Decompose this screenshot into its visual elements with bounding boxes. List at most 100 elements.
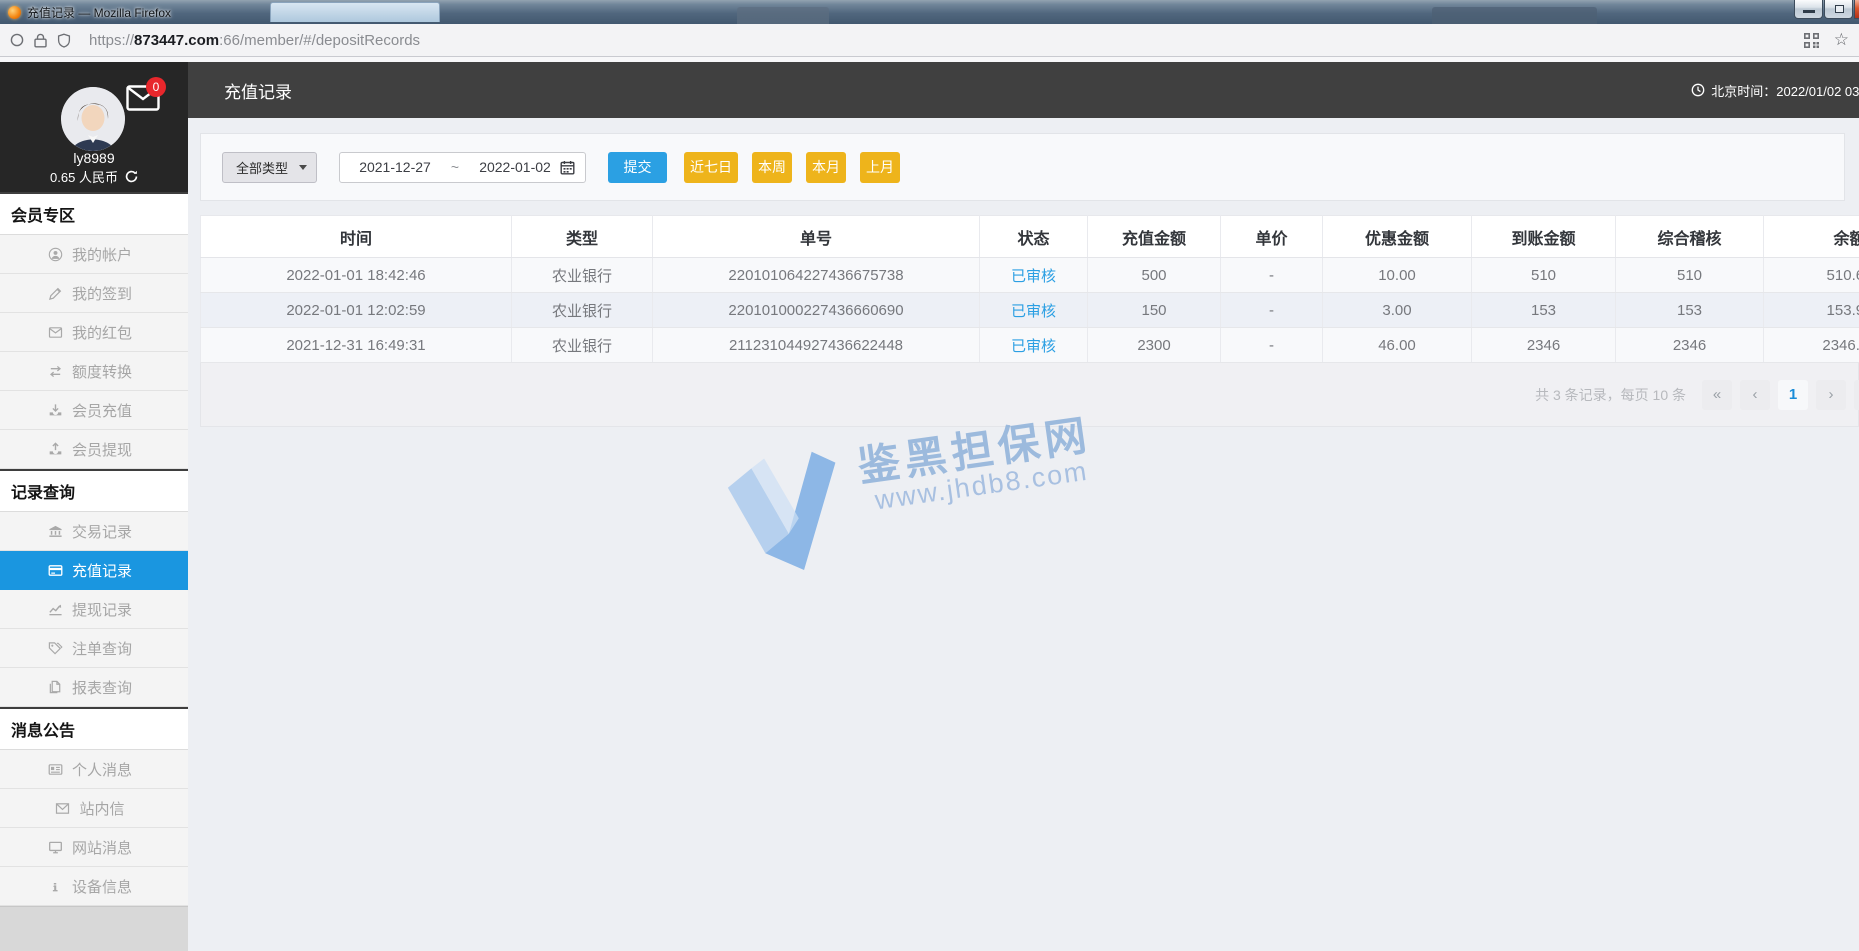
card-icon [48,563,63,578]
next-page-button[interactable]: › [1816,379,1846,410]
sidebar-item-member-deposit[interactable]: 会员充值 [0,391,188,430]
url-text[interactable]: https://873447.com:66/member/#/depositRe… [89,32,420,49]
sidebar-item-personal-messages[interactable]: 个人消息 [0,750,188,789]
page-1-button[interactable]: 1 [1778,379,1808,410]
sidebar-item-site-mail[interactable]: 站内信 [0,789,188,828]
monitor-icon [48,840,63,855]
sidebar-item-my-account[interactable]: 我的帐户 [0,235,188,274]
sidebar-item-my-redpacket[interactable]: 我的红包 [0,313,188,352]
info-icon [48,879,63,894]
sidebar-item-withdraw-records[interactable]: 提现记录 [0,590,188,629]
table-row: 2021-12-31 16:49:31 农业银行 21123104492743662… [200,327,1859,363]
submit-button[interactable]: 提交 [608,151,667,183]
status-link[interactable]: 已审核 [979,327,1088,363]
table-cell: - [1220,292,1323,328]
bank-icon [48,524,63,539]
table-cell: 2346.14 [1763,327,1859,363]
tags-icon [48,641,63,656]
first-page-button[interactable]: « [1702,379,1732,410]
sidebar-item-label: 我的红包 [71,324,132,342]
sidebar-item-label: 会员提现 [71,441,132,459]
sidebar-item-label: 站内信 [79,800,125,818]
table-cell: 2300 [1087,327,1221,363]
sidebar-item-quota-transfer[interactable]: 额度转换 [0,352,188,391]
withdraw-icon [48,441,63,457]
table-cell: 220101000227436660690 [652,292,980,328]
sidebar-item-label: 我的签到 [71,285,132,303]
sidebar-item-member-withdraw[interactable]: 会员提现 [0,430,188,469]
sidebar-item-label: 个人消息 [71,761,132,779]
date-range-input[interactable]: 2021-12-27 ~ 2022-01-02 [339,151,586,183]
sidebar-item-transaction-records[interactable]: 交易记录 [0,512,188,551]
table-cell: 211231044927436622448 [652,327,980,363]
sidebar-item-label: 会员充值 [71,402,132,420]
sidebar-item-device-info[interactable]: 设备信息 [0,867,188,906]
sidebar-item-report-query[interactable]: 报表查询 [0,668,188,707]
balance: 0.65 人民币 [0,167,188,186]
column-header: 状态 [979,215,1088,258]
table-cell: 农业银行 [511,257,653,293]
sidebar-item-deposit-records[interactable]: 充值记录 [0,551,188,590]
sidebar-item-label: 注单查询 [71,640,132,658]
sidebar-section-header: 会员专区 [0,192,188,235]
restore-button[interactable] [1824,0,1853,19]
lock-icon[interactable] [34,33,47,48]
user-icon [48,247,63,262]
refresh-icon[interactable] [125,170,138,183]
deposit-records-table: 时间 类型 单号 状态 充值金额 单价 优惠金额 到账金额 综合稽核 余额 2022-01-01 … [200,215,1859,363]
background-window [270,2,440,22]
report-icon [48,680,63,695]
table-cell: 10.00 [1322,257,1472,293]
shield-icon[interactable] [57,33,71,48]
beijing-time: 北京时间：2022/01/02 03: [1691,81,1859,100]
last-page-button[interactable]: » [1854,379,1859,410]
minimize-button[interactable] [1794,0,1823,19]
sidebar-item-label: 我的帐户 [71,246,132,264]
idcard-icon [48,762,63,777]
browser-urlbar[interactable]: https://873447.com:66/member/#/depositRe… [0,24,1859,57]
sidebar-item-label: 额度转换 [71,363,132,381]
sidebar-item-label: 充值记录 [71,562,132,580]
sidebar-item-label: 设备信息 [71,878,132,896]
window-title: 充值记录 — Mozilla Firefox [27,5,172,20]
type-select[interactable]: 全部类型 [222,151,317,183]
table-cell: 农业银行 [511,292,653,328]
messages-envelope[interactable]: 0 [126,77,166,116]
last-7-days-button[interactable]: 近七日 [684,151,738,183]
sidebar-item-label: 提现记录 [71,601,132,619]
exchange-icon [48,364,63,379]
avatar[interactable] [61,87,125,151]
column-header: 时间 [200,215,512,258]
this-month-button[interactable]: 本月 [806,151,846,183]
qr-code-icon[interactable] [1803,32,1820,49]
page-info-icon[interactable] [10,33,24,47]
sidebar-item-bet-query[interactable]: 注单查询 [0,629,188,668]
column-header: 单价 [1220,215,1323,258]
last-month-button[interactable]: 上月 [860,151,900,183]
status-link[interactable]: 已审核 [979,257,1088,293]
bookmark-star-icon[interactable]: ☆ [1834,30,1849,50]
table-cell: 农业银行 [511,327,653,363]
site-watermark: 鉴黑担保网 www.jhdb8.com [708,398,1268,658]
sidebar-item-my-checkin[interactable]: 我的签到 [0,274,188,313]
records-table-wrap: 时间 类型 单号 状态 充值金额 单价 优惠金额 到账金额 综合稽核 余额 2022-01-01 … [200,215,1859,427]
pencil-icon [48,286,63,301]
table-cell: - [1220,327,1323,363]
close-button[interactable] [1854,0,1859,19]
sidebar-item-label: 报表查询 [71,679,132,697]
prev-page-button[interactable]: ‹ [1740,379,1770,410]
calendar-icon [560,160,575,175]
column-header: 余额 [1763,215,1859,258]
table-cell: 510 [1615,257,1764,293]
table-cell: 2346 [1615,327,1764,363]
this-week-button[interactable]: 本周 [752,151,792,183]
status-link[interactable]: 已审核 [979,292,1088,328]
table-cell: 3.00 [1322,292,1472,328]
unread-badge: 0 [146,77,166,97]
sidebar-item-site-messages[interactable]: 网站消息 [0,828,188,867]
sidebar-user-area: 0 ly8989 0.65 人民币 [0,62,188,192]
sidebar-section-header: 消息公告 [0,707,188,750]
date-from: 2021-12-27 [359,159,431,175]
firefox-icon [8,5,21,19]
sidebar-item-label: 交易记录 [71,523,132,541]
